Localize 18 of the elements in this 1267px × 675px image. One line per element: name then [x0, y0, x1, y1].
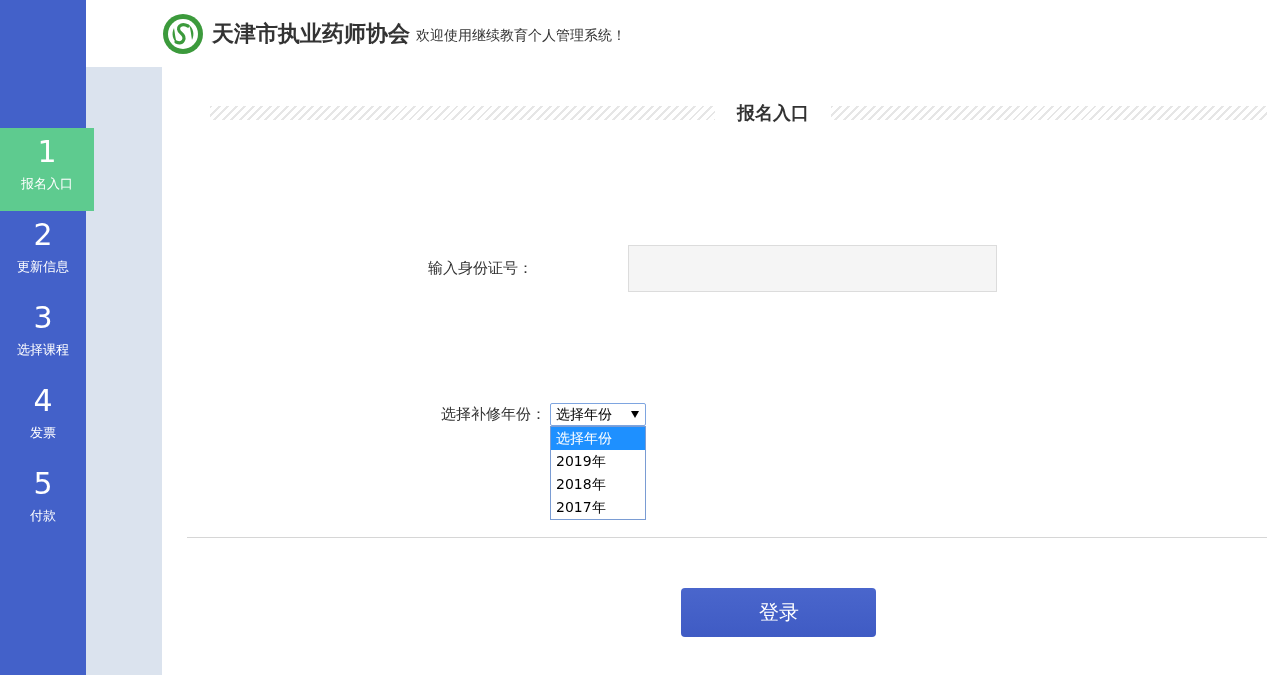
id-number-label: 输入身份证号：: [428, 259, 534, 278]
step-tab[interactable]: 4 发票: [0, 377, 86, 460]
dropdown-option[interactable]: 2017年: [551, 496, 645, 519]
dropdown-option[interactable]: 2019年: [551, 450, 645, 473]
dropdown-option[interactable]: 选择年份: [551, 427, 645, 450]
step-tab[interactable]: 3 选择课程: [0, 294, 86, 377]
year-label: 选择补修年份：: [441, 405, 546, 424]
org-name: 天津市执业药师协会: [212, 19, 410, 48]
dropdown-option[interactable]: 2018年: [551, 473, 645, 496]
login-button[interactable]: 登录: [681, 588, 876, 637]
section-title: 报名入口: [737, 101, 809, 125]
year-select[interactable]: 选择年份: [550, 403, 646, 426]
caret-icon: [631, 411, 639, 418]
logo-icon: [163, 13, 203, 54]
welcome-text: 欢迎使用继续教育个人管理系统！: [416, 26, 626, 45]
step-tab[interactable]: 2 更新信息: [0, 211, 86, 294]
id-number-input[interactable]: [628, 245, 997, 292]
step-tab[interactable]: 5 付款: [0, 460, 86, 543]
